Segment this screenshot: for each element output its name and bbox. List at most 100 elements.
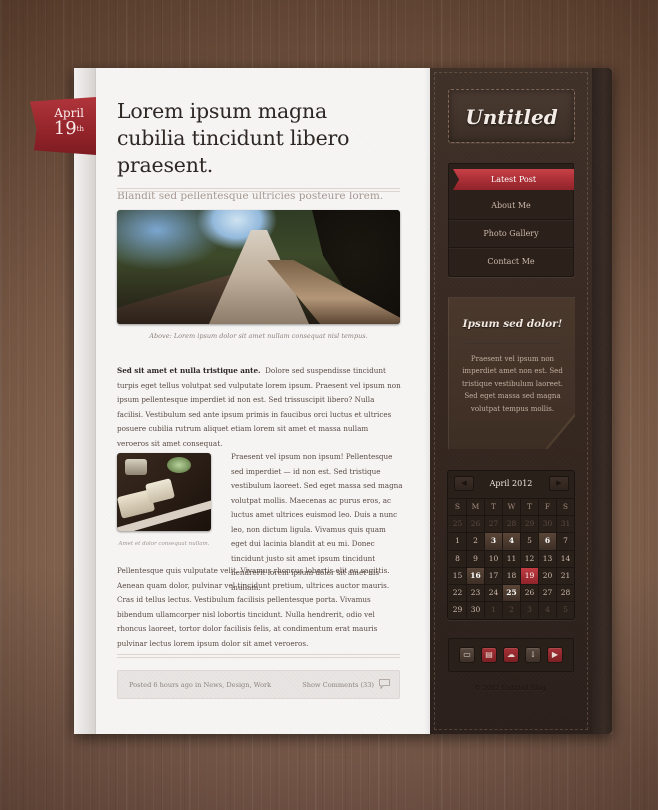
hero-caption: Above: Lorem ipsum dolor sit amet nullam… (149, 332, 368, 340)
calendar-day-today[interactable]: 19 (521, 567, 539, 584)
calendar-day[interactable]: 22 (449, 584, 467, 602)
calendar-weekday: S (562, 502, 569, 511)
calendar-day[interactable]: 23 (467, 584, 485, 602)
article: Lorem ipsum magna cubilia tincidunt libe… (117, 98, 403, 699)
calendar-day[interactable]: 5 (521, 533, 539, 550)
calendar-day-event[interactable]: 6 (539, 533, 557, 550)
calendar-day[interactable]: 25 (449, 516, 467, 533)
calendar-day[interactable]: 30 (467, 602, 485, 619)
calendar-day[interactable]: 9 (467, 550, 485, 567)
date-day-suffix: th (76, 125, 84, 133)
calendar-day[interactable]: 20 (539, 567, 557, 584)
note-title: Ipsum sed dolor! (462, 318, 563, 330)
divider (117, 654, 400, 658)
calendar-day[interactable]: 27 (539, 584, 557, 602)
calendar-day-event[interactable]: 25 (503, 584, 521, 602)
calendar-day[interactable]: 8 (449, 550, 467, 567)
triangle-right-icon: ▶ (556, 479, 562, 487)
calendar-day[interactable]: 11 (503, 550, 521, 567)
comment-bubble-icon[interactable] (379, 679, 390, 689)
calendar-day[interactable]: 5 (557, 602, 574, 618)
calendar-day-event[interactable]: 3 (485, 533, 503, 550)
lead-bold: Sed sit amet et nulla tristique ante. (117, 366, 261, 375)
thumb-key (167, 457, 191, 473)
calendar-day[interactable]: 21 (557, 568, 574, 584)
calendar-day[interactable]: 2 (467, 533, 485, 550)
calendar-weekday: T (485, 499, 503, 516)
calendar-day[interactable]: 12 (521, 550, 539, 567)
thumb-key (125, 459, 147, 475)
calendar-day[interactable]: 24 (485, 584, 503, 602)
posted-info: Posted 6 hours ago in News, Design, Work (129, 681, 272, 689)
calendar-day[interactable]: 26 (521, 584, 539, 602)
calendar-day[interactable]: 7 (557, 533, 574, 549)
cloud-button[interactable]: ☁ (503, 647, 519, 663)
category-link[interactable]: News (203, 681, 222, 689)
nav-item-latest-post[interactable]: Latest Post (453, 169, 574, 190)
chat-icon: ▭ (463, 650, 471, 659)
calendar-widget: ◀ April 2012 ▶ S M T W T F S 25 26 27 28 29 30 31 1 2 3 4… (447, 470, 575, 620)
calendar-weekday: W (503, 499, 521, 516)
cloud-icon: ☁ (507, 650, 515, 659)
calendar-day-event[interactable]: 4 (503, 533, 521, 550)
feed-icon: ▤ (485, 650, 493, 659)
nav-item-photo-gallery[interactable]: Photo Gallery (449, 220, 573, 248)
date-ribbon: April 19th (30, 97, 96, 155)
nav-item-about-me[interactable]: About Me (449, 192, 573, 220)
calendar-day[interactable]: 13 (539, 550, 557, 567)
main-nav: Latest Post About Me Photo Gallery Conta… (448, 163, 574, 277)
calendar-day[interactable]: 17 (485, 567, 503, 584)
calendar-day[interactable]: 4 (539, 602, 557, 619)
hero-image[interactable] (117, 210, 400, 324)
paragraph-3: Pellentesque quis vulputate velit. Vivam… (117, 566, 390, 648)
calendar-day[interactable]: 29 (449, 602, 467, 619)
calendar-weekday: F (539, 499, 557, 516)
thumb-key (144, 478, 176, 504)
calendar-weekday: T (521, 499, 539, 516)
calendar-weekday: M (467, 499, 485, 516)
calendar-next-button[interactable]: ▶ (549, 476, 569, 491)
calendar-header: ◀ April 2012 ▶ (448, 471, 574, 496)
note-divider (465, 343, 560, 344)
calendar-day[interactable]: 3 (521, 602, 539, 619)
calendar-day[interactable]: 26 (467, 516, 485, 533)
calendar-day[interactable]: 2 (503, 602, 521, 619)
post-title[interactable]: Lorem ipsum magna cubilia tincidunt libe… (117, 98, 401, 179)
date-day: 19th (30, 120, 84, 138)
nav-item-contact-me[interactable]: Contact Me (449, 248, 573, 276)
play-button[interactable]: ▶ (547, 647, 563, 663)
show-comments-link[interactable]: Show Comments (33) (302, 681, 374, 689)
calendar-day[interactable]: 18 (503, 567, 521, 584)
post-meta-bar: Posted 6 hours ago in News, Design, Work… (117, 670, 400, 699)
calendar-day[interactable]: 14 (557, 551, 574, 567)
calendar-week-row: 29 30 1 2 3 4 5 (449, 601, 574, 619)
thumbnail-caption: Amet et dolor consequat nullam. (118, 541, 210, 547)
calendar-day[interactable]: 28 (503, 516, 521, 533)
paragraph-1: Sed sit amet et nulla tristique ante. Do… (117, 364, 401, 451)
site-logo[interactable]: Untitled (448, 89, 575, 143)
download-icon: ↓ (529, 650, 537, 659)
date-day-number: 19 (53, 118, 77, 139)
calendar-day[interactable]: 31 (557, 516, 574, 532)
calendar-day[interactable]: 30 (539, 516, 557, 533)
calendar-day[interactable]: 29 (521, 516, 539, 533)
calendar-grid: S M T W T F S 25 26 27 28 29 30 31 1 2 3 4 5 6 7 8 9 10 11 12 13 14… (449, 498, 574, 619)
category-link[interactable]: Design (226, 681, 249, 689)
calendar-day[interactable]: 27 (485, 516, 503, 533)
calendar-day-event[interactable]: 16 (467, 567, 485, 584)
note-body: Praesent vel ipsum non imperdiet amet no… (461, 355, 564, 413)
calendar-day[interactable]: 10 (485, 550, 503, 567)
category-link[interactable]: Work (254, 681, 271, 689)
thumbnail-image[interactable] (117, 453, 211, 531)
download-button[interactable]: ↓ (525, 647, 541, 663)
calendar-day[interactable]: 1 (449, 533, 467, 550)
calendar-weekday: S (449, 499, 467, 516)
calendar-week-row: 1234567 (449, 532, 574, 550)
calendar-day[interactable]: 1 (485, 602, 503, 619)
calendar-day[interactable]: 15 (449, 567, 467, 584)
calendar-week-row: 8 9 10 11 12 13 14 (449, 549, 574, 567)
paper-edge (74, 68, 96, 734)
chat-button[interactable]: ▭ (459, 647, 475, 663)
feed-button[interactable]: ▤ (481, 647, 497, 663)
calendar-day[interactable]: 28 (557, 585, 574, 601)
